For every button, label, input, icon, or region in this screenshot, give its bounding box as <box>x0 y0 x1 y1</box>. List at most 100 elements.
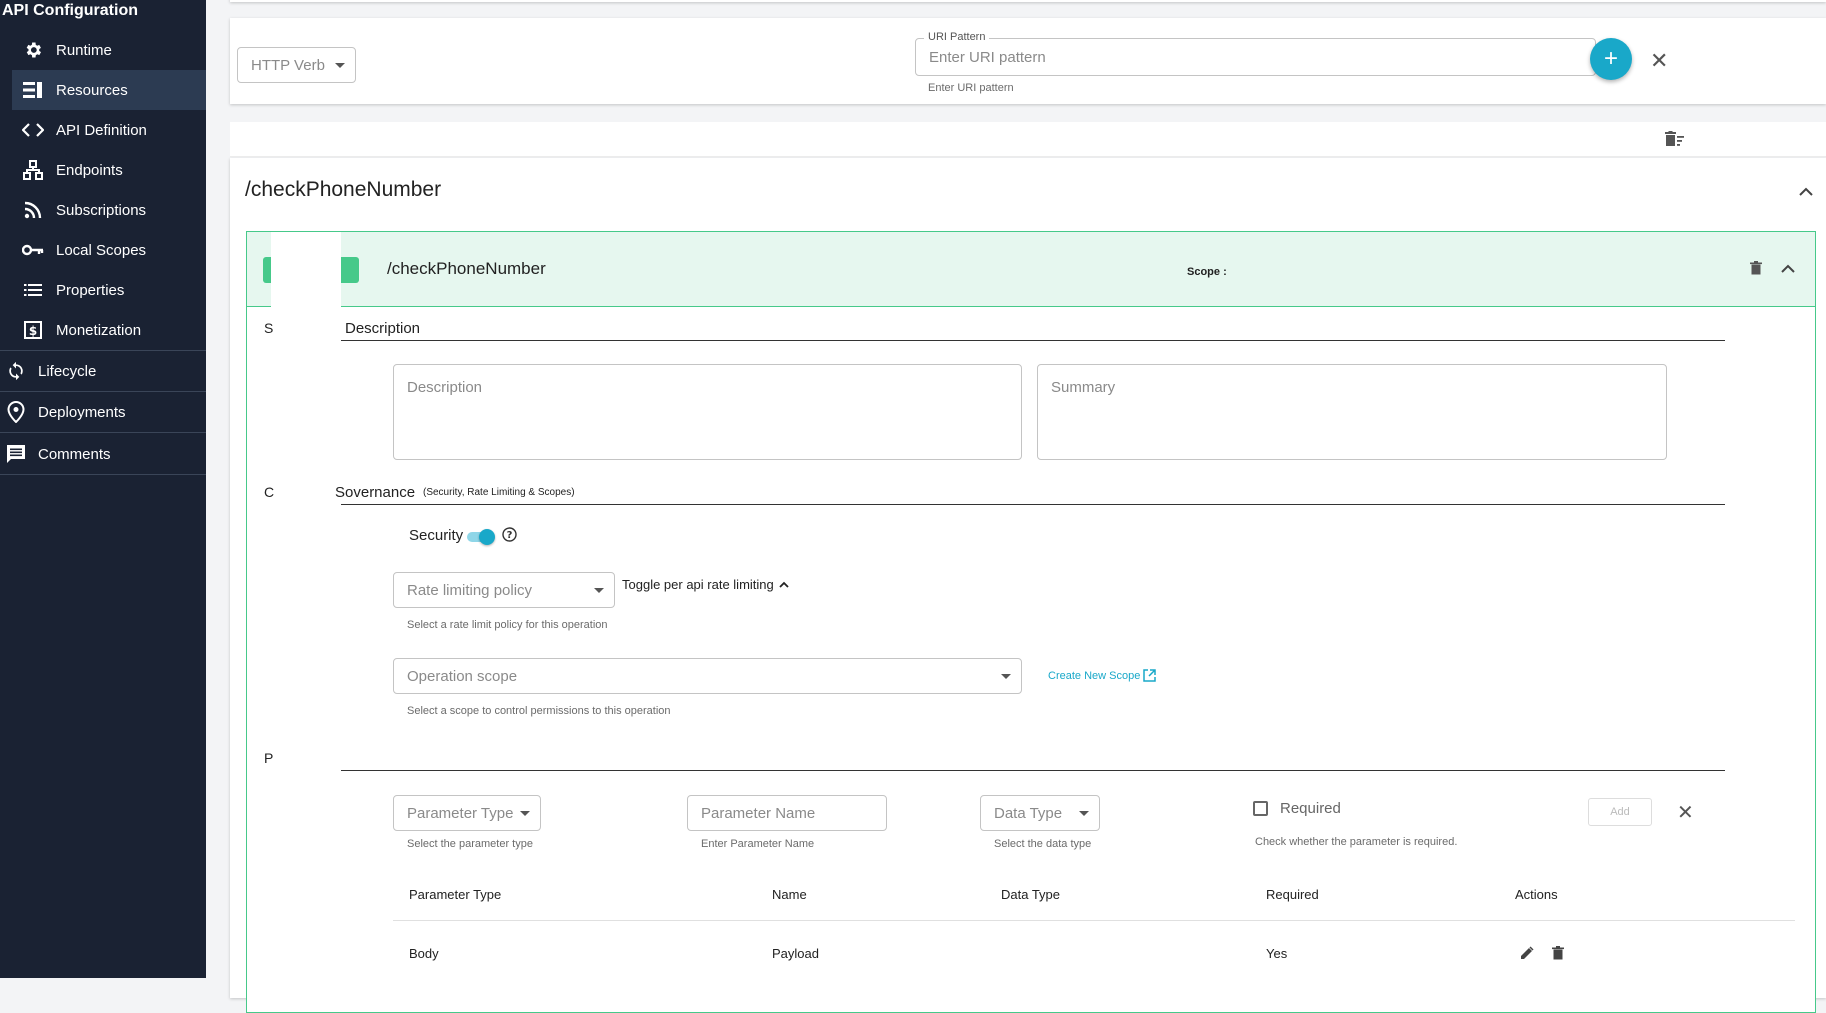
table-header-name: Name <box>772 887 807 902</box>
delete-icon[interactable] <box>1551 945 1565 961</box>
dollar-icon: $ <box>22 319 44 341</box>
table-header-actions: Actions <box>1515 887 1558 902</box>
parameter-name-placeholder: Parameter Name <box>701 805 816 822</box>
main-content: HTTP Verb URI Pattern Enter URI pattern … <box>206 0 1826 1013</box>
row-name: Payload <box>772 946 819 961</box>
add-resource-card: HTTP Verb URI Pattern Enter URI pattern … <box>230 18 1826 104</box>
table-row: Body Payload Yes <box>393 921 1795 981</box>
summary-textarea[interactable]: Summary <box>1037 364 1667 460</box>
sidebar-divider <box>0 432 206 433</box>
svg-text:$: $ <box>29 324 37 338</box>
help-icon[interactable]: ? <box>501 526 517 542</box>
sidebar-item-monetization[interactable]: $ Monetization <box>12 310 206 350</box>
parameter-name-helper: Enter Parameter Name <box>701 838 815 850</box>
uri-pattern-placeholder: Enter URI pattern <box>929 49 1046 66</box>
governance-section-subtitle: (Security, Rate Limiting & Scopes) <box>423 487 575 498</box>
operation-scope-select[interactable]: Operation scope <box>393 658 1022 694</box>
code-icon <box>22 119 44 141</box>
previous-card-edge <box>230 0 1826 2</box>
description-textarea[interactable]: Description <box>393 364 1022 460</box>
toggle-rate-limit-label: Toggle per api rate limiting <box>622 577 774 592</box>
sidebar-item-label: Monetization <box>56 321 142 339</box>
collapse-group-icon[interactable] <box>1798 184 1814 198</box>
close-icon[interactable]: ✕ <box>1677 803 1694 823</box>
sidebar-item-label: Subscriptions <box>56 201 147 219</box>
dropdown-arrow-icon <box>1001 674 1011 679</box>
operation-panel: /checkPhoneNumber Scope : S Description … <box>246 231 1816 1013</box>
sidebar-item-comments[interactable]: Comments <box>0 434 206 474</box>
parameter-type-helper: Select the parameter type <box>407 838 533 850</box>
overlay-artifact <box>271 232 341 1012</box>
table-header-parameter-type: Parameter Type <box>409 887 502 902</box>
dropdown-arrow-icon <box>594 588 604 593</box>
sidebar-title: API Configuration <box>2 2 138 19</box>
summary-placeholder: Summary <box>1051 379 1116 396</box>
sidebar-item-deployments[interactable]: Deployments <box>0 392 206 432</box>
rss-icon <box>22 199 44 221</box>
required-checkbox[interactable] <box>1253 801 1268 816</box>
sidebar-item-label: Runtime <box>56 41 112 59</box>
description-section-prefix: S <box>264 320 274 336</box>
location-icon <box>6 401 26 423</box>
parameter-type-select[interactable]: Parameter Type <box>393 795 541 831</box>
description-section-label: Description <box>345 320 421 337</box>
add-resource-button[interactable]: + <box>1590 38 1632 80</box>
table-header-required: Required <box>1266 887 1319 902</box>
parameters-section-prefix: P <box>264 750 274 766</box>
key-icon <box>22 239 44 261</box>
uri-pattern-label: URI Pattern <box>924 31 990 43</box>
create-new-scope-label: Create New Scope <box>1048 669 1141 682</box>
security-label: Security <box>409 527 464 544</box>
uri-pattern-input[interactable]: URI Pattern Enter URI pattern <box>915 31 1596 76</box>
data-type-select[interactable]: Data Type <box>980 795 1100 831</box>
comment-icon <box>6 443 26 465</box>
sidebar-item-resources[interactable]: Resources <box>12 70 206 110</box>
row-parameter-type: Body <box>409 946 439 961</box>
http-verb-select[interactable]: HTTP Verb <box>237 47 356 83</box>
create-new-scope-link[interactable]: Create New Scope <box>1048 669 1157 682</box>
parameter-name-input[interactable]: Parameter Name <box>687 795 887 831</box>
section-divider <box>341 340 1725 341</box>
add-parameter-button[interactable]: Add <box>1588 798 1652 826</box>
operation-header[interactable]: /checkPhoneNumber Scope : <box>247 232 1815 307</box>
rate-limit-helper: Select a rate limit policy for this oper… <box>407 619 608 631</box>
description-placeholder: Description <box>407 379 483 396</box>
dropdown-arrow-icon <box>335 63 345 68</box>
dropdown-arrow-icon <box>520 811 530 816</box>
row-required: Yes <box>1266 946 1288 961</box>
parameter-type-placeholder: Parameter Type <box>407 805 514 822</box>
sidebar-item-endpoints[interactable]: Endpoints <box>12 150 206 190</box>
delete-selected-icon[interactable] <box>1665 130 1685 148</box>
toggle-rate-limit-button[interactable]: Toggle per api rate limiting <box>622 577 789 592</box>
required-helper: Check whether the parameter is required. <box>1255 836 1458 848</box>
sidebar-item-api-definition[interactable]: API Definition <box>12 110 206 150</box>
sidebar-item-label: Local Scopes <box>56 241 147 259</box>
sidebar-item-label: API Definition <box>56 121 147 139</box>
edit-icon[interactable] <box>1519 945 1535 961</box>
sidebar-divider <box>0 474 206 475</box>
close-icon[interactable]: ✕ <box>1650 50 1668 72</box>
data-type-placeholder: Data Type <box>994 805 1063 822</box>
security-toggle[interactable] <box>467 529 497 545</box>
uri-pattern-helper: Enter URI pattern <box>928 82 1014 94</box>
resources-toolbar <box>230 122 1826 157</box>
table-header-data-type: Data Type <box>1001 887 1061 902</box>
sidebar-item-subscriptions[interactable]: Subscriptions <box>12 190 206 230</box>
sidebar-item-runtime[interactable]: Runtime <box>12 30 206 70</box>
chevron-up-icon <box>779 581 789 588</box>
rate-limit-select[interactable]: Rate limiting policy <box>393 572 615 608</box>
list-icon <box>22 279 44 301</box>
sidebar-item-lifecycle[interactable]: Lifecycle <box>0 351 206 391</box>
governance-section-prefix: C <box>264 484 275 500</box>
sidebar-item-properties[interactable]: Properties <box>12 270 206 310</box>
refresh-icon <box>6 360 26 382</box>
gear-icon <box>22 39 44 61</box>
delete-operation-icon[interactable] <box>1749 260 1763 276</box>
sidebar-item-local-scopes[interactable]: Local Scopes <box>12 230 206 270</box>
operation-path: /checkPhoneNumber <box>387 259 546 278</box>
sidebar-item-label: Resources <box>56 81 128 99</box>
collapse-operation-icon[interactable] <box>1781 262 1795 274</box>
sidebar-item-label: Endpoints <box>56 161 123 179</box>
operation-scope-helper: Select a scope to control permissions to… <box>407 705 671 717</box>
sidebar: API Configuration Runtime Resources API … <box>0 0 206 978</box>
